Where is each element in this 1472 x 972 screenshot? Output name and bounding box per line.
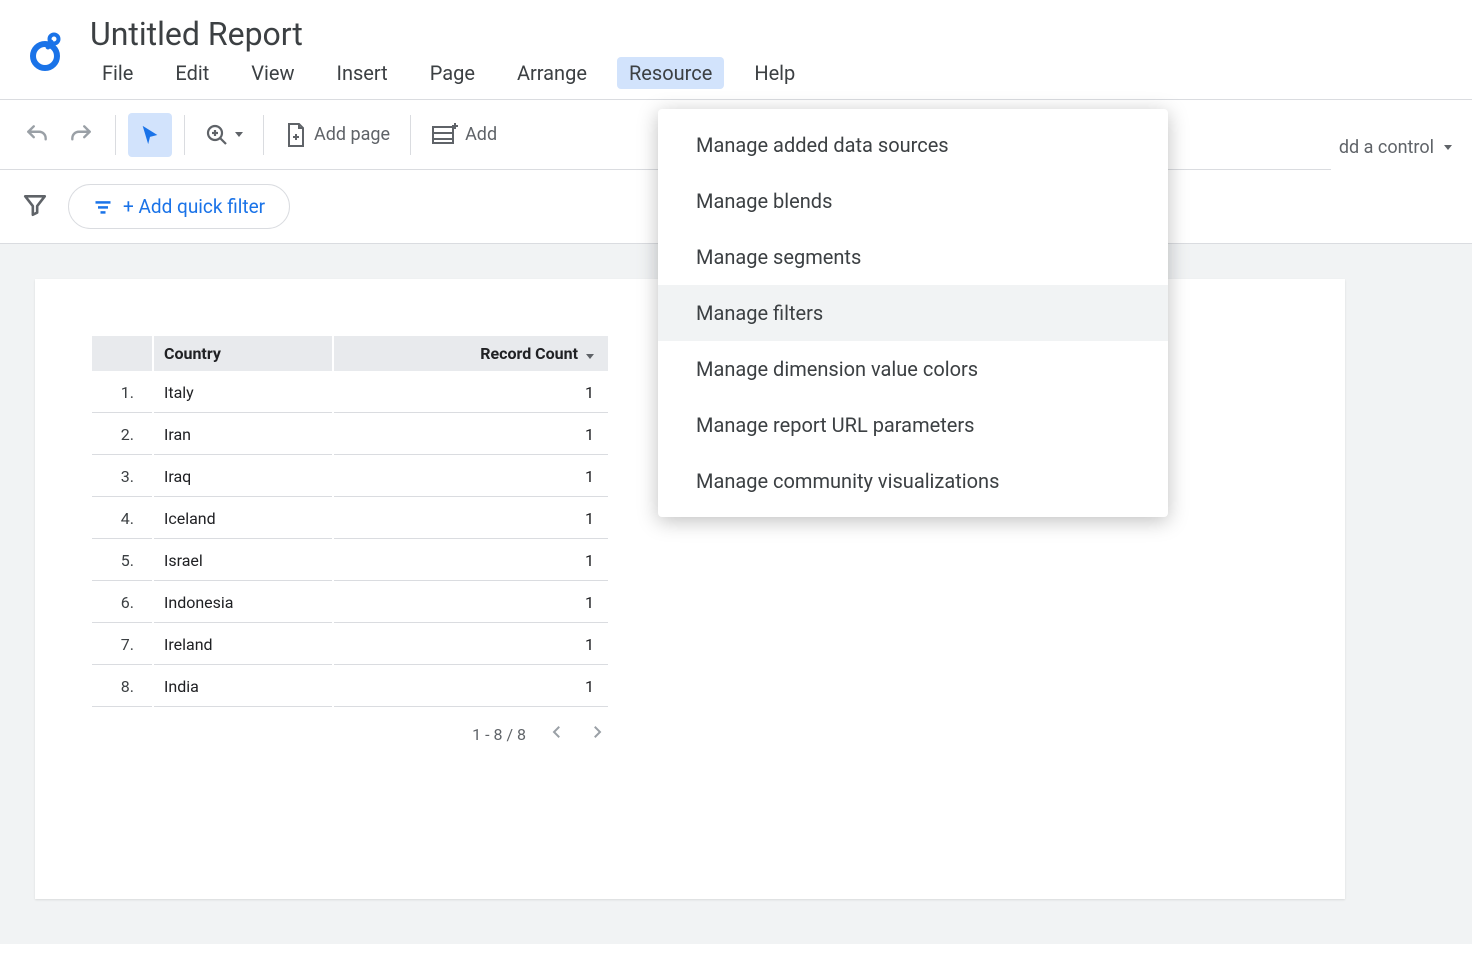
menu-item-manage-blends[interactable]: Manage blends <box>658 173 1168 229</box>
table-row[interactable]: 1.Italy1 <box>92 373 608 413</box>
data-table-chart[interactable]: Country Record Count 1.Italy12.Iran13.Ir… <box>90 334 610 709</box>
undo-button[interactable] <box>15 113 59 157</box>
cell-record-count: 1 <box>334 457 608 497</box>
column-header-country[interactable]: Country <box>154 336 332 371</box>
add-data-button[interactable]: Add <box>423 113 505 157</box>
add-control-button[interactable]: dd a control <box>1331 112 1472 182</box>
app-header: Untitled Report File Edit View Insert Page Ar… <box>0 0 1472 100</box>
document-title[interactable]: Untitled Report <box>90 15 1472 53</box>
table-row[interactable]: 8.India1 <box>92 667 608 707</box>
row-index: 1. <box>92 373 152 413</box>
table-row[interactable]: 6.Indonesia1 <box>92 583 608 623</box>
cell-country: Ireland <box>154 625 332 665</box>
cell-record-count: 1 <box>334 583 608 623</box>
select-tool-button[interactable] <box>128 113 172 157</box>
caret-down-icon <box>235 132 243 137</box>
cell-record-count: 1 <box>334 499 608 539</box>
toolbar-separator <box>263 115 264 155</box>
menu-view[interactable]: View <box>239 57 306 89</box>
menu-item-manage-report-url-parameters[interactable]: Manage report URL parameters <box>658 397 1168 453</box>
funnel-icon <box>22 192 48 218</box>
filter-list-icon <box>93 197 113 217</box>
row-index: 6. <box>92 583 152 623</box>
pager-prev-button[interactable] <box>548 723 566 745</box>
app-logo <box>0 10 90 76</box>
cell-country: Iran <box>154 415 332 455</box>
menu-bar: File Edit View Insert Page Arrange Resource Hel… <box>90 57 1472 99</box>
cursor-icon <box>139 124 161 146</box>
toolbar-separator <box>184 115 185 155</box>
redo-button[interactable] <box>59 113 103 157</box>
menu-item-manage-added-data-sources[interactable]: Manage added data sources <box>658 117 1168 173</box>
row-index: 3. <box>92 457 152 497</box>
menu-item-manage-segments[interactable]: Manage segments <box>658 229 1168 285</box>
cell-record-count: 1 <box>334 625 608 665</box>
menu-file[interactable]: File <box>90 57 145 89</box>
add-control-label: dd a control <box>1339 137 1434 158</box>
zoom-button[interactable] <box>197 113 251 157</box>
cell-country: India <box>154 667 332 707</box>
row-index: 4. <box>92 499 152 539</box>
looker-studio-icon <box>24 30 66 72</box>
row-index: 2. <box>92 415 152 455</box>
menu-item-manage-filters[interactable]: Manage filters <box>658 285 1168 341</box>
cell-country: Indonesia <box>154 583 332 623</box>
cell-country: Iceland <box>154 499 332 539</box>
menu-item-manage-dimension-value-colors[interactable]: Manage dimension value colors <box>658 341 1168 397</box>
add-page-icon <box>284 121 308 149</box>
row-index: 8. <box>92 667 152 707</box>
table-row[interactable]: 2.Iran1 <box>92 415 608 455</box>
cell-country: Italy <box>154 373 332 413</box>
chevron-left-icon <box>548 723 566 741</box>
table-row[interactable]: 7.Ireland1 <box>92 625 608 665</box>
table-row[interactable]: 4.Iceland1 <box>92 499 608 539</box>
row-index: 7. <box>92 625 152 665</box>
column-header-record-count[interactable]: Record Count <box>334 336 608 371</box>
toolbar-separator <box>410 115 411 155</box>
row-index: 5. <box>92 541 152 581</box>
add-data-label: Add <box>465 124 497 145</box>
chevron-right-icon <box>588 723 606 741</box>
cell-record-count: 1 <box>334 415 608 455</box>
table-row[interactable]: 3.Iraq1 <box>92 457 608 497</box>
table-pager: 1 - 8 / 8 <box>90 709 610 745</box>
menu-page[interactable]: Page <box>418 57 487 89</box>
toolbar-separator <box>115 115 116 155</box>
cell-record-count: 1 <box>334 667 608 707</box>
menu-arrange[interactable]: Arrange <box>505 57 599 89</box>
menu-resource[interactable]: Resource <box>617 57 724 89</box>
menu-help[interactable]: Help <box>742 57 807 89</box>
redo-icon <box>68 122 94 148</box>
sort-caret-down-icon <box>586 354 594 359</box>
add-page-button[interactable]: Add page <box>276 113 398 157</box>
menu-insert[interactable]: Insert <box>325 57 400 89</box>
zoom-icon <box>205 123 229 147</box>
pager-next-button[interactable] <box>588 723 606 745</box>
add-quick-filter-label: + Add quick filter <box>123 195 265 218</box>
column-header-index <box>92 336 152 371</box>
cell-country: Israel <box>154 541 332 581</box>
add-page-label: Add page <box>314 124 390 145</box>
add-data-icon <box>431 123 459 147</box>
undo-icon <box>24 122 50 148</box>
menu-item-manage-community-visualizations[interactable]: Manage community visualizations <box>658 453 1168 509</box>
cell-country: Iraq <box>154 457 332 497</box>
menu-edit[interactable]: Edit <box>163 57 221 89</box>
filter-icon[interactable] <box>22 192 48 222</box>
resource-menu-dropdown: Manage added data sourcesManage blendsMa… <box>658 109 1168 517</box>
cell-record-count: 1 <box>334 373 608 413</box>
caret-down-icon <box>1444 145 1452 150</box>
cell-record-count: 1 <box>334 541 608 581</box>
add-quick-filter-button[interactable]: + Add quick filter <box>68 184 290 229</box>
pager-range-label: 1 - 8 / 8 <box>472 725 526 744</box>
table-row[interactable]: 5.Israel1 <box>92 541 608 581</box>
